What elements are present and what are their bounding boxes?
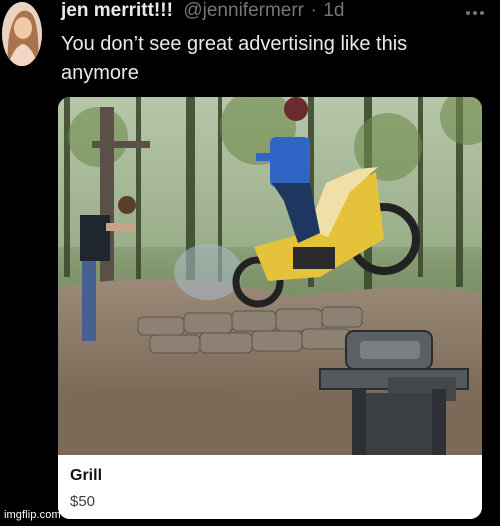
separator-dot: · xyxy=(310,0,317,21)
avatar-image xyxy=(2,2,42,66)
tweet-timestamp[interactable]: 1d xyxy=(323,0,344,21)
more-dots-icon[interactable] xyxy=(464,6,486,20)
dirt-bike-jump-over-grill-photo[interactable] xyxy=(58,97,482,455)
tweet-screenshot: jen merritt!!! @jennifermerr · 1d You do… xyxy=(0,0,500,526)
listing-title[interactable]: Grill xyxy=(70,467,102,485)
marketplace-card[interactable]: Grill $50 xyxy=(58,97,482,519)
listing-info[interactable]: Grill $50 xyxy=(58,455,482,519)
listing-price: $50 xyxy=(70,493,96,510)
author-handle[interactable]: @jennifermerr xyxy=(183,0,304,21)
tweet-text: You don’t see great advertising like thi… xyxy=(61,33,408,84)
imgflip-watermark: imgflip.com xyxy=(4,509,61,521)
avatar[interactable] xyxy=(2,2,42,66)
tweet-header: jen merritt!!! @jennifermerr · 1d xyxy=(61,0,460,24)
author-name[interactable]: jen merritt!!! xyxy=(61,0,173,21)
